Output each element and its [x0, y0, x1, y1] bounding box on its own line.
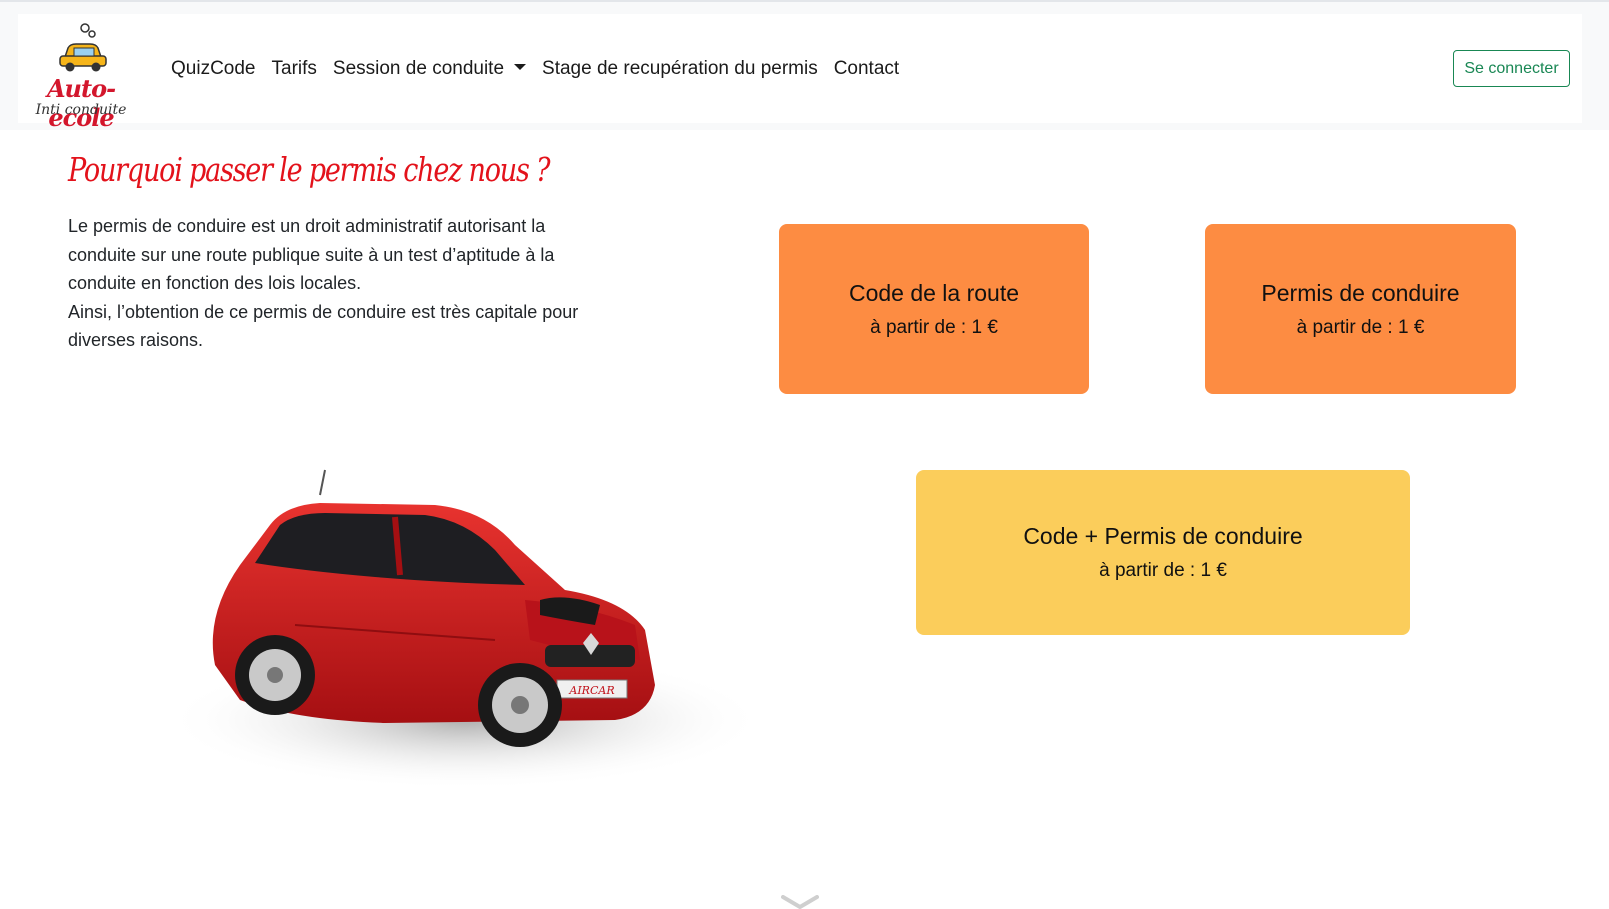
navbar: Auto-ecole Inti conduite QuizCode Tarifs…	[18, 14, 1582, 132]
caret-down-icon	[514, 63, 527, 70]
login-button[interactable]: Se connecter	[1453, 50, 1570, 87]
offer-price: à partir de : 1 €	[1099, 560, 1227, 581]
car-icon	[59, 23, 107, 72]
chevron-down-icon[interactable]	[781, 895, 819, 909]
nav-dropdown-session-de-conduite[interactable]: Session de conduite	[325, 58, 534, 80]
page-title: Pourquoi passer le permis chez nous ?	[68, 150, 551, 189]
brand-tagline: Inti conduite	[35, 102, 127, 118]
nav-links: QuizCode Tarifs Session de conduite Stag…	[163, 14, 907, 123]
car-plate: AIRCAR	[568, 684, 614, 697]
header-band: Auto-ecole Inti conduite QuizCode Tarifs…	[0, 0, 1609, 132]
offer-title: Code de la route	[848, 279, 1020, 306]
offer-card-code-plus-permis[interactable]: Code + Permis de conduire à partir de : …	[916, 470, 1410, 635]
nav-link-stage-recuperation[interactable]: Stage de recupération du permis	[534, 58, 826, 80]
offer-price: à partir de : 1 €	[1296, 316, 1425, 338]
car-image: AIRCAR	[165, 469, 755, 790]
offer-title: Permis de conduire	[1261, 279, 1460, 306]
nav-link-session-label: Session de conduite	[332, 57, 505, 79]
intro-paragraph: Ainsi, l’obtention de ce permis de condu…	[68, 301, 579, 351]
nav-link-contact[interactable]: Contact	[826, 58, 907, 80]
site-logo[interactable]: Auto-ecole Inti conduite	[22, 22, 140, 132]
intro-text: Le permis de conduire est un droit admin…	[68, 212, 588, 355]
nav-link-quizcode[interactable]: QuizCode	[163, 58, 264, 80]
intro-paragraph: Le permis de conduire est un droit admin…	[68, 216, 555, 293]
offer-card-code-de-la-route[interactable]: Code de la route à partir de : 1 €	[779, 224, 1089, 394]
offer-title: Code + Permis de conduire	[1023, 523, 1303, 549]
nav-link-tarifs[interactable]: Tarifs	[264, 58, 325, 80]
offer-card-permis-de-conduire[interactable]: Permis de conduire à partir de : 1 €	[1205, 224, 1516, 394]
offer-price: à partir de : 1 €	[870, 316, 998, 338]
